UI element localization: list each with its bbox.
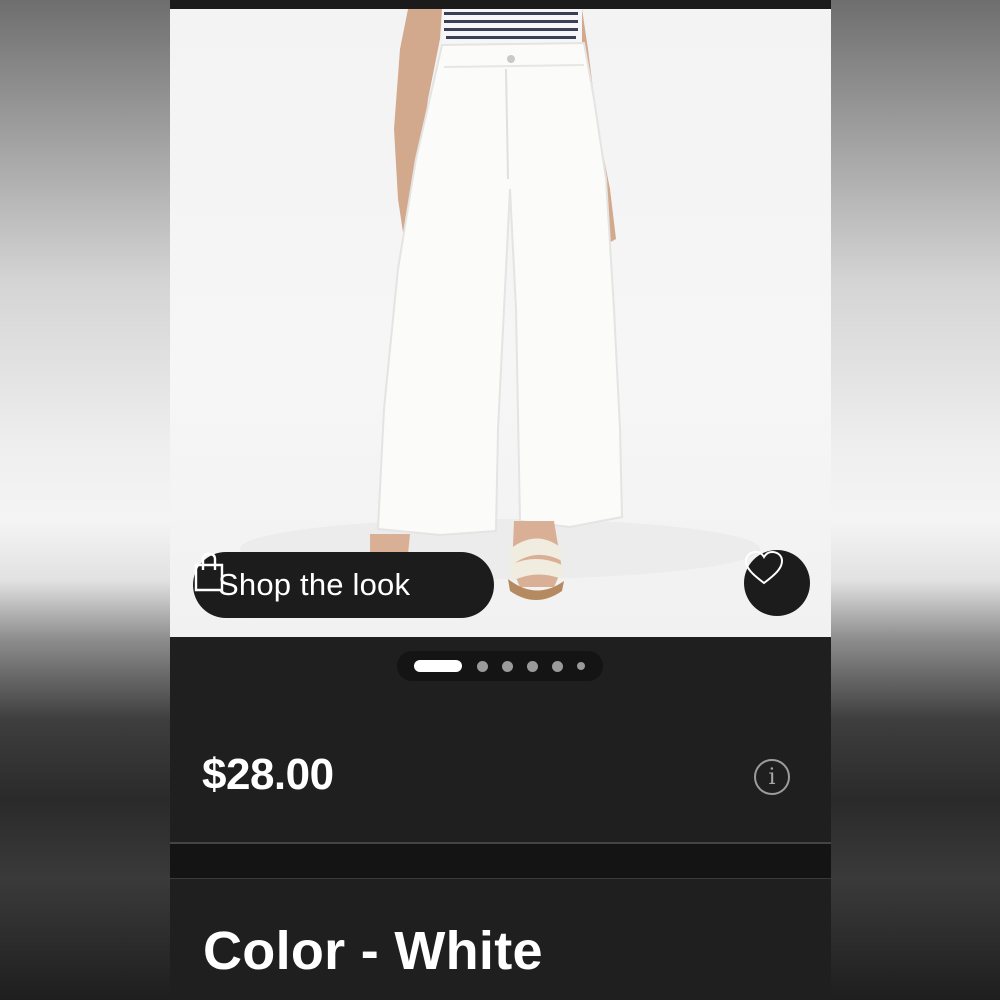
shopping-bag-icon [194,552,224,592]
info-icon[interactable]: i [754,759,790,795]
background-blur-left [0,0,170,1000]
carousel-dot[interactable] [527,660,538,672]
favorite-button[interactable] [744,550,810,616]
carousel-dot[interactable] [477,660,488,672]
carousel-indicator[interactable] [397,651,603,681]
shop-the-look-label: Shop the look [218,567,411,602]
product-screen: Shop the look $28.00 i Color - White [170,0,831,1000]
carousel-dot[interactable] [552,660,563,672]
heart-icon [744,550,784,585]
status-bar [170,0,831,9]
color-selection-label: Color - White [203,921,543,981]
carousel-dot[interactable] [577,662,585,670]
product-price: $28.00 [202,750,334,799]
section-gap [170,844,831,878]
carousel-dot-active[interactable] [414,660,462,672]
product-photo [240,9,760,600]
product-image[interactable]: Shop the look [170,9,831,637]
background-blur-right [830,0,1000,1000]
divider [170,878,831,879]
carousel-dot[interactable] [502,660,513,672]
shop-the-look-button[interactable]: Shop the look [193,552,494,618]
